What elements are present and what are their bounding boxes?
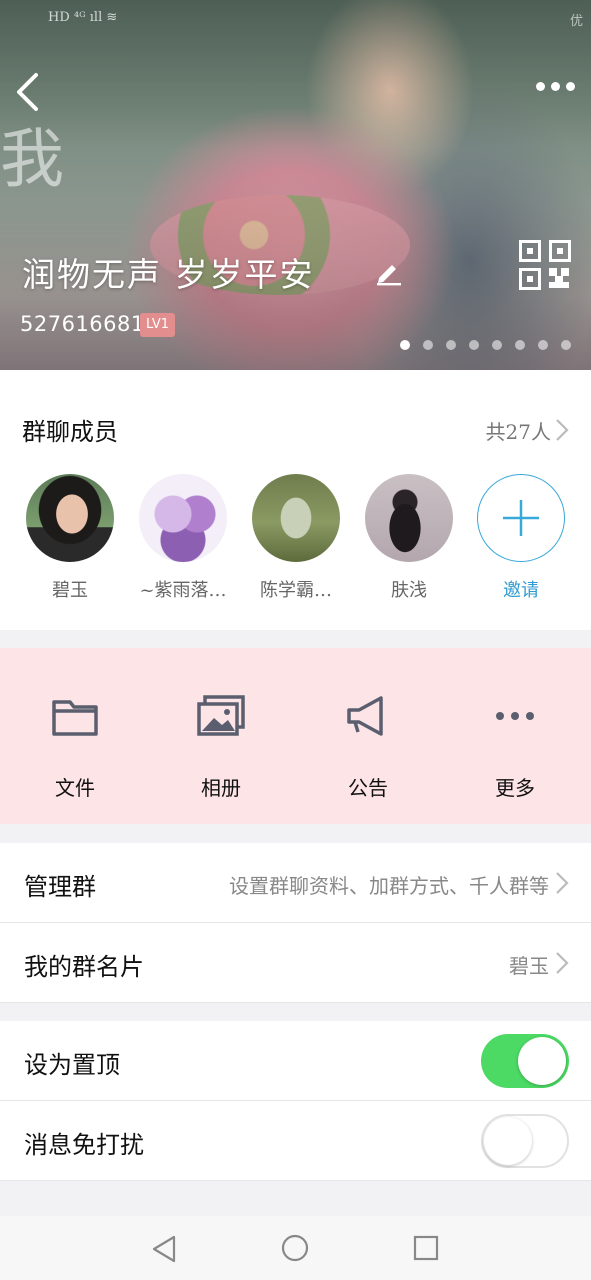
invite-label: 邀请	[503, 580, 539, 601]
group-card-label: 我的群名片	[24, 953, 144, 981]
page-dot	[423, 340, 433, 350]
group-name: 润物无声 岁岁平安	[22, 255, 315, 294]
manage-group-row[interactable]: 管理群 设置群聊资料、加群方式、千人群等	[0, 843, 591, 923]
invite-button[interactable]: 邀请	[477, 474, 565, 602]
files-label: 文件	[55, 776, 95, 800]
page-dot	[561, 340, 571, 350]
page-dot	[538, 340, 548, 350]
more-dots-icon	[496, 712, 534, 720]
pin-to-top-toggle[interactable]	[481, 1034, 569, 1088]
member-name: ~紫雨落…	[139, 580, 227, 601]
level-badge: LV1	[140, 313, 175, 337]
announcement-label: 公告	[348, 776, 388, 800]
pin-to-top-label: 设为置顶	[24, 1051, 120, 1079]
mute-row: 消息免打扰	[0, 1101, 591, 1181]
more-label: 更多	[495, 776, 535, 800]
member-name: 肤浅	[391, 580, 427, 601]
members-title: 群聊成员	[22, 418, 118, 446]
quick-actions-bar: 文件 相册 公告 更多	[0, 648, 591, 824]
cover-page-indicator	[400, 340, 571, 350]
member-avatar[interactable]: 碧玉	[26, 474, 114, 602]
group-id: 527616681	[20, 312, 145, 336]
page-dot	[515, 340, 525, 350]
page-dot	[446, 340, 456, 350]
mute-toggle[interactable]	[481, 1114, 569, 1168]
member-avatar[interactable]: 陈学霸…	[252, 474, 340, 602]
back-arrow-icon[interactable]	[14, 72, 40, 112]
album-label: 相册	[201, 776, 241, 800]
photo-album-icon	[197, 695, 245, 736]
plus-icon[interactable]	[477, 474, 565, 562]
avatar-anime-couple-icon	[139, 474, 227, 562]
page-dot	[400, 340, 410, 350]
qr-code-icon[interactable]	[519, 240, 571, 290]
nav-back-icon[interactable]	[150, 1234, 178, 1264]
nav-recents-icon[interactable]	[413, 1235, 439, 1261]
status-bar-right: 优	[569, 14, 583, 29]
system-nav-bar	[0, 1216, 591, 1280]
pin-to-top-row: 设为置顶	[0, 1021, 591, 1101]
member-name: 陈学霸…	[260, 580, 332, 601]
member-name: 碧玉	[52, 580, 88, 601]
chevron-right-icon[interactable]	[555, 418, 569, 442]
group-card-row[interactable]: 我的群名片 碧玉	[0, 923, 591, 1003]
nav-home-icon[interactable]	[281, 1234, 309, 1262]
member-avatar[interactable]: ~紫雨落…	[139, 474, 227, 602]
avatar-garden-scene-icon	[252, 474, 340, 562]
status-bar-left: HD ⁴ᴳ ıll ≋	[48, 10, 118, 25]
members-count[interactable]: 共27人	[486, 416, 551, 445]
cover-watermark-text: 我	[0, 123, 64, 197]
avatar-dark-silhouette-icon	[365, 474, 453, 562]
group-card-value: 碧玉	[509, 954, 549, 978]
chevron-right-icon	[556, 952, 569, 974]
more-options-icon[interactable]	[536, 82, 575, 91]
folder-icon	[52, 700, 98, 736]
avatar-woman-portrait-icon	[26, 474, 114, 562]
members-section: 群聊成员 共27人 碧玉 ~紫雨落… 陈学霸… 肤浅 邀请	[0, 370, 591, 630]
edit-pencil-icon[interactable]	[375, 258, 403, 286]
chevron-right-icon	[556, 872, 569, 894]
member-avatar[interactable]: 肤浅	[365, 474, 453, 602]
megaphone-icon	[347, 696, 383, 736]
page-dot	[469, 340, 479, 350]
page-dot	[492, 340, 502, 350]
mute-label: 消息免打扰	[24, 1131, 144, 1159]
manage-group-label: 管理群	[24, 873, 96, 901]
group-cover[interactable]: HD ⁴ᴳ ıll ≋ 优 我 润物无声 岁岁平安 527616681 LV1	[0, 0, 591, 370]
manage-group-hint: 设置群聊资料、加群方式、千人群等	[229, 874, 549, 898]
